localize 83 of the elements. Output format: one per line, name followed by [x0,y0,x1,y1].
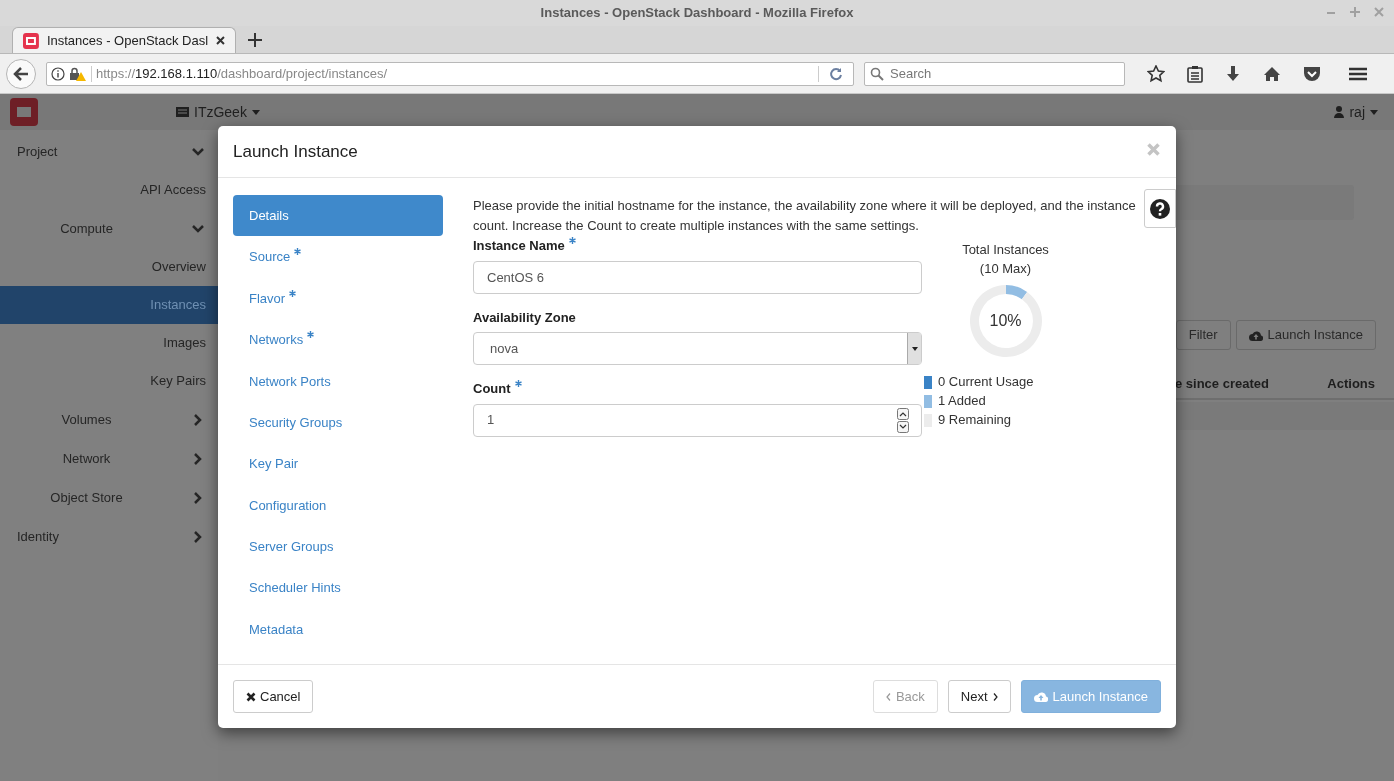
search-field[interactable]: Search [864,61,1125,86]
launch-instance-button[interactable]: Launch Instance [1235,320,1376,350]
close-tab-icon[interactable] [216,36,225,45]
wizard-step[interactable]: Security Groups [233,401,443,444]
required-icon [568,237,576,244]
help-button[interactable] [1144,189,1176,228]
back-arrow-icon [13,66,29,81]
availability-zone-select[interactable]: nova [473,332,922,365]
user-icon [1334,106,1345,118]
reading-list-icon[interactable] [1187,64,1203,83]
lock-warning-icon[interactable] [69,66,87,81]
wizard-step[interactable]: Server Groups [233,526,443,568]
percent-label: 10% [989,312,1022,330]
wizard-step[interactable]: Networks [233,319,443,361]
column-header: e since created [1175,375,1269,394]
caret-icon [251,109,260,115]
project-dropdown[interactable]: ITzGeek [176,101,260,123]
wizard-step[interactable]: Flavor [233,277,443,320]
sidebar-item[interactable]: Overview [0,248,218,286]
sidebar-item[interactable]: Key Pairs [0,362,218,400]
wizard-step[interactable]: Network Ports [233,360,443,402]
legend-label: 1 Added [938,392,986,411]
sidebar-item[interactable]: Compute [0,209,218,248]
url-text: https://192.168.1.110/dashboard/project/instances/ [96,64,388,83]
sidebar-item[interactable]: Volumes [0,400,218,439]
address-bar[interactable]: https://192.168.1.110/dashboard/project/instances/ [46,61,854,86]
cloud-upload-icon [1248,329,1263,341]
sidebar-item[interactable]: Network [0,439,218,478]
bookmark-star-icon[interactable] [1147,64,1165,83]
close-icon [246,691,256,702]
menu-icon[interactable] [1349,65,1367,82]
wizard-step[interactable]: Scheduler Hints [233,567,443,609]
window-title: Instances - OpenStack Dashboard - Mozilla Firefox [540,4,854,23]
home-icon[interactable] [1263,65,1281,82]
legend-label: 0 Current Usage [938,373,1034,392]
required-icon [289,289,297,297]
next-button[interactable]: Next [947,680,1011,713]
openstack-logo-icon [10,98,38,126]
sidebar-item[interactable]: Object Store [0,478,218,517]
user-menu[interactable]: raj [1334,101,1378,123]
sidebar-item[interactable]: Instances [0,286,218,324]
wizard-step[interactable]: Configuration [233,484,443,527]
required-icon [307,331,315,339]
back-button[interactable] [6,58,36,89]
shield-icon[interactable] [1303,65,1321,82]
tab-title: Instances - OpenStack Dasl [46,31,209,50]
chevron-right-icon [992,692,998,701]
chart-subtitle: (10 Max) [979,260,1032,278]
chevron-left-icon [885,692,891,701]
browser-tab[interactable]: Instances - OpenStack Dasl [12,27,236,53]
dialog-title: Launch Instance [233,140,358,163]
sidebar-item[interactable]: Project [0,132,218,171]
chart-title: Total Instances [962,241,1049,259]
column-header: Actions [1327,375,1375,394]
field-label: Count [473,381,511,396]
count-field[interactable]: 1 [473,403,922,437]
sidebar-item[interactable]: API Access [0,171,218,209]
wizard-step[interactable]: Key Pair [233,443,443,485]
search-icon [870,66,884,81]
field-label: Instance Name [473,238,565,253]
instructions-text: Please provide the initial hostname for the instance, the availability zone where it will be deployed, and the instance count. Increase the Count to create multiple instances with the same settings. [473,197,1137,235]
wizard-step[interactable]: Metadata [233,608,443,651]
sidebar-item[interactable]: Images [0,324,218,362]
field-label: Availability Zone [473,309,576,325]
legend-label: 9 Remaining [938,411,1011,430]
spinner-arrows-icon[interactable] [897,407,909,433]
dropdown-arrow-icon [911,346,918,351]
wizard-step[interactable]: Source [233,236,443,278]
cloud-upload-icon [1033,691,1048,702]
download-icon[interactable] [1225,64,1241,83]
instance-name-field[interactable]: CentOS 6 [473,260,922,294]
new-tab-icon[interactable] [248,33,262,47]
info-icon[interactable] [51,66,65,81]
wizard-step[interactable]: Details [233,195,443,237]
required-icon [514,380,522,387]
sidebar-item[interactable]: Identity [0,517,218,556]
reload-icon[interactable] [829,66,843,81]
server-icon [176,107,189,117]
required-icon [294,248,302,256]
search-input[interactable]: Search [890,63,1119,84]
cancel-button[interactable]: Cancel [233,680,314,713]
caret-icon [1370,109,1378,115]
help-icon [1150,198,1170,219]
